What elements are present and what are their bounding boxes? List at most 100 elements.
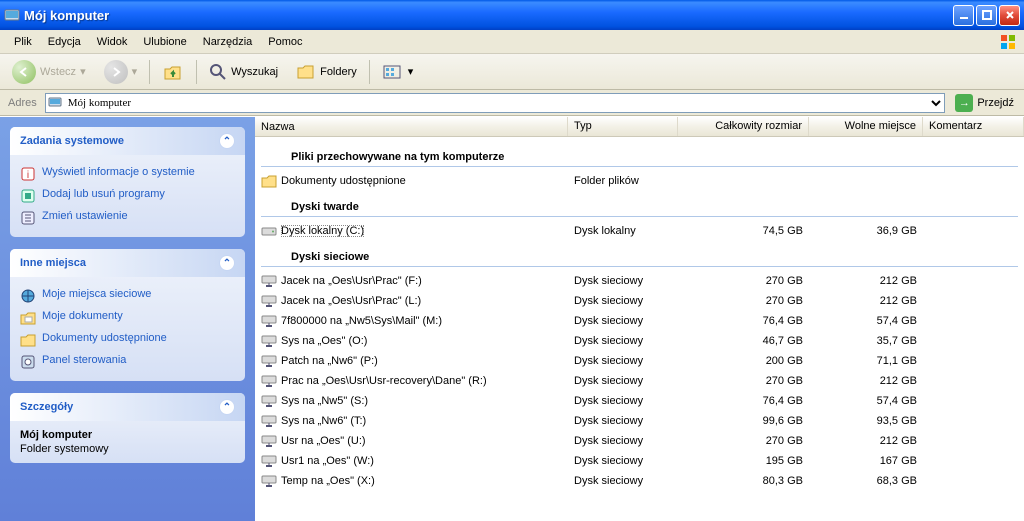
netdrive-icon xyxy=(261,393,277,409)
sidebar-link-label: Zmień ustawienie xyxy=(42,210,128,222)
back-icon xyxy=(12,60,36,84)
list-item[interactable]: Jacek na „Oes\Usr\Prac" (L:)Dysk sieciow… xyxy=(255,291,1024,311)
menu-file[interactable]: Plik xyxy=(6,34,40,50)
list-item[interactable]: Dysk lokalny (C:)Dysk lokalny74,5 GB36,9… xyxy=(255,221,1024,241)
back-button[interactable]: Wstecz ▾ xyxy=(6,58,92,86)
menu-bar: Plik Edycja Widok Ulubione Narzędzia Pom… xyxy=(0,30,1024,54)
list-item[interactable]: Sys na „Nw5" (S:)Dysk sieciowy76,4 GB57,… xyxy=(255,391,1024,411)
search-button[interactable]: Wyszukaj xyxy=(203,61,284,83)
item-name: Dysk lokalny (C:) xyxy=(281,225,364,237)
sidebar-link[interactable]: Dokumenty udostępnione xyxy=(20,329,235,351)
list-item[interactable]: Usr na „Oes" (U:)Dysk sieciowy270 GB212 … xyxy=(255,431,1024,451)
address-bar: Adres Mój komputer → Przejdź xyxy=(0,90,1024,116)
panel-header[interactable]: Zadania systemowe ⌃ xyxy=(10,127,245,155)
views-button[interactable]: ▾ xyxy=(376,61,420,83)
sidebar-link-label: Dokumenty udostępnione xyxy=(42,332,167,344)
item-free: 35,7 GB xyxy=(809,334,923,348)
netdrive-icon xyxy=(261,313,277,329)
views-icon xyxy=(382,63,404,81)
item-total: 195 GB xyxy=(678,454,809,468)
item-free: 212 GB xyxy=(809,294,923,308)
item-type: Dysk sieciowy xyxy=(568,314,678,328)
sidebar-link[interactable]: iWyświetl informacje o systemie xyxy=(20,163,235,185)
panel-body: Moje miejsca sieciowe Moje dokumenty Dokum… xyxy=(10,277,245,381)
list-item[interactable]: Prac na „Oes\Usr\Usr-recovery\Dane" (R:)… xyxy=(255,371,1024,391)
sidebar-link-label: Wyświetl informacje o systemie xyxy=(42,166,195,178)
minimize-button[interactable] xyxy=(953,5,974,26)
chevron-down-icon: ▾ xyxy=(408,65,414,78)
menu-help[interactable]: Pomoc xyxy=(260,34,310,50)
address-label: Adres xyxy=(4,97,41,109)
menu-view[interactable]: Widok xyxy=(89,34,136,50)
control-panel-icon xyxy=(20,354,36,370)
column-name[interactable]: Nazwa xyxy=(255,117,568,136)
sidebar: Zadania systemowe ⌃ iWyświetl informacje o… xyxy=(0,117,255,521)
item-total: 46,7 GB xyxy=(678,334,809,348)
panel-title: Zadania systemowe xyxy=(20,135,124,147)
chevron-up-icon: ⌃ xyxy=(219,133,235,149)
panel-header[interactable]: Inne miejsca⌃ xyxy=(10,249,245,277)
item-type: Folder plików xyxy=(568,174,678,188)
file-list[interactable]: Pliki przechowywane na tym komputerzeDok… xyxy=(255,137,1024,521)
list-item[interactable]: Patch na „Nw6" (P:)Dysk sieciowy200 GB71… xyxy=(255,351,1024,371)
list-item[interactable]: Jacek na „Oes\Usr\Prac" (F:)Dysk sieciow… xyxy=(255,271,1024,291)
separator xyxy=(196,60,197,84)
go-button[interactable]: → Przejdź xyxy=(949,93,1020,113)
list-item[interactable]: 7f800000 na „Nw5\Sys\Mail" (M:) Dysk siec… xyxy=(255,311,1024,331)
item-name: Usr1 na „Oes" (W:) xyxy=(281,455,374,467)
forward-button[interactable]: ▾ xyxy=(98,58,144,86)
sidebar-link[interactable]: Moje dokumenty xyxy=(20,307,235,329)
column-free[interactable]: Wolne miejsce xyxy=(809,117,923,136)
address-input[interactable]: Mój komputer xyxy=(45,93,946,113)
item-free: 57,4 GB xyxy=(809,394,923,408)
windows-flag-icon xyxy=(998,32,1018,52)
maximize-button[interactable] xyxy=(976,5,997,26)
item-type: Dysk lokalny xyxy=(568,224,678,238)
item-name: 7f800000 na „Nw5\Sys\Mail" (M:) xyxy=(281,315,442,327)
item-comment xyxy=(923,280,1024,282)
computer-icon xyxy=(48,96,62,110)
item-type: Dysk sieciowy xyxy=(568,434,678,448)
search-label: Wyszukaj xyxy=(231,66,278,78)
netdrive-icon xyxy=(261,453,277,469)
list-item[interactable]: Usr1 na „Oes" (W:)Dysk sieciowy195 GB167… xyxy=(255,451,1024,471)
sidebar-link-label: Moje miejsca sieciowe xyxy=(42,288,151,300)
folders-icon xyxy=(296,63,316,81)
sidebar-link[interactable]: Dodaj lub usuń programy xyxy=(20,185,235,207)
list-item[interactable]: Sys na „Oes" (O:)Dysk sieciowy46,7 GB35,… xyxy=(255,331,1024,351)
item-comment xyxy=(923,360,1024,362)
item-comment xyxy=(923,180,1024,182)
group-header: Dyski twarde xyxy=(261,195,1018,217)
chevron-up-icon: ⌃ xyxy=(219,399,235,415)
netdrive-icon xyxy=(261,293,277,309)
up-button[interactable] xyxy=(156,59,190,85)
column-type[interactable]: Typ xyxy=(568,117,678,136)
close-button[interactable] xyxy=(999,5,1020,26)
item-comment xyxy=(923,480,1024,482)
sidebar-link[interactable]: Zmień ustawienie xyxy=(20,207,235,229)
item-type: Dysk sieciowy xyxy=(568,414,678,428)
item-name: Temp na „Oes" (X:) xyxy=(281,475,375,487)
folders-button[interactable]: Foldery xyxy=(290,61,363,83)
item-type: Dysk sieciowy xyxy=(568,474,678,488)
settings-icon xyxy=(20,210,36,226)
column-total[interactable]: Całkowity rozmiar xyxy=(678,117,809,136)
menu-favorites[interactable]: Ulubione xyxy=(135,34,194,50)
item-type: Dysk sieciowy xyxy=(568,454,678,468)
programs-icon xyxy=(20,188,36,204)
column-comment[interactable]: Komentarz xyxy=(923,117,1024,136)
sidebar-link[interactable]: Moje miejsca sieciowe xyxy=(20,285,235,307)
menu-tools[interactable]: Narzędzia xyxy=(195,34,261,50)
item-free: 36,9 GB xyxy=(809,224,923,238)
list-item[interactable]: Sys na „Nw6" (T:)Dysk sieciowy99,6 GB93,… xyxy=(255,411,1024,431)
list-item[interactable]: Temp na „Oes" (X:)Dysk sieciowy80,3 GB68… xyxy=(255,471,1024,491)
netdrive-icon xyxy=(261,473,277,489)
item-type: Dysk sieciowy xyxy=(568,334,678,348)
panel-header[interactable]: Szczegóły⌃ xyxy=(10,393,245,421)
item-free: 68,3 GB xyxy=(809,474,923,488)
item-name: Usr na „Oes" (U:) xyxy=(281,435,366,447)
list-item[interactable]: Dokumenty udostępnioneFolder plików xyxy=(255,171,1024,191)
menu-edit[interactable]: Edycja xyxy=(40,34,89,50)
sidebar-link[interactable]: Panel sterowania xyxy=(20,351,235,373)
chevron-down-icon: ▾ xyxy=(80,65,86,78)
